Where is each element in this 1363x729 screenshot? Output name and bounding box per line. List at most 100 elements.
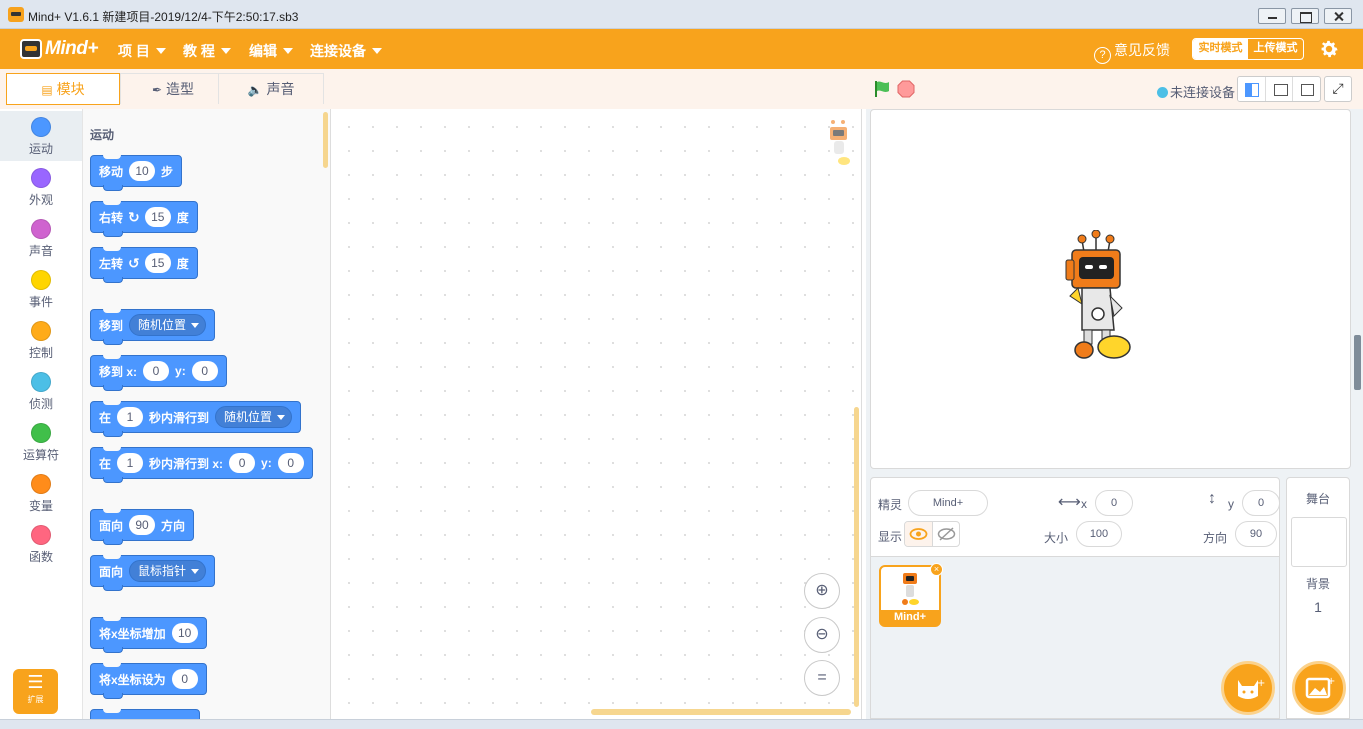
block-set-x[interactable]: 将x坐标设为 0 [90,663,207,699]
sprite-card-name: Mind+ [881,610,939,625]
palette-scrollbar[interactable] [323,112,328,168]
menu-tutorial[interactable]: 教 程 [183,41,231,61]
block-number-input[interactable]: 0 [277,453,304,473]
eye-slash-icon [937,527,956,541]
block-dropdown[interactable]: 鼠标指针 [129,560,207,582]
block-point-towards[interactable]: 面向 鼠标指针 [90,555,216,591]
zoom-reset-button[interactable]: = [804,660,840,696]
direction-input[interactable]: 90 [1235,521,1277,547]
status-dot-icon [1157,87,1168,98]
workspace-horizontal-scrollbar[interactable] [591,709,851,715]
sprite-thumbnail [902,573,919,605]
block-number-input[interactable]: 90 [129,515,156,535]
block-number-input[interactable]: 0 [229,453,256,473]
block-move-steps[interactable]: 移动 10 步 [90,155,183,191]
hide-sprite-button[interactable] [933,522,959,546]
add-backdrop-button[interactable]: + [1292,661,1346,715]
block-goto[interactable]: 移到 随机位置 [90,309,216,345]
zoom-in-button[interactable]: ⊕ [804,573,840,609]
y-input[interactable]: 0 [1242,490,1280,516]
tab-blocks[interactable]: ▤ 模块 [6,73,120,105]
zoom-in-icon: ⊕ [815,582,829,599]
category-dot [31,321,51,341]
category-sensing[interactable]: 侦测 [0,366,82,416]
hide-stage-button[interactable] [1293,77,1320,101]
category-operators[interactable]: 运算符 [0,417,82,467]
block-number-input[interactable]: 10 [129,161,156,181]
block-text: 方向 [161,518,186,533]
realtime-mode-button[interactable]: 实时模式 [1193,39,1248,59]
zoom-out-button[interactable]: ⊖ [804,617,840,653]
block-text: 秒内滑行到 [149,410,210,425]
block-text: 右转 [99,210,124,225]
normal-stage-button[interactable] [1266,77,1294,101]
block-goto-xy[interactable]: 移到 x: 0 y: 0 [90,355,227,391]
block-glide-to[interactable]: 在 1 秒内滑行到 随机位置 [90,401,302,437]
gear-icon[interactable] [1318,38,1340,60]
mind-plus-robot-sprite[interactable] [1056,230,1136,370]
menu-project[interactable]: 项 目 [118,41,166,61]
block-number-input[interactable]: 1 [117,453,144,473]
sprite-watermark-icon [830,120,850,165]
question-icon: ? [1094,47,1111,64]
block-number-input[interactable]: 15 [144,253,171,273]
close-window-button[interactable] [1324,8,1352,24]
category-control[interactable]: 控制 [0,315,82,365]
sprite-card[interactable]: Mind+ × [879,563,943,627]
x-input[interactable]: 0 [1095,490,1133,516]
extension-button[interactable]: ☰ 扩展 [13,669,58,714]
block-change-x[interactable]: 将x坐标增加 10 [90,617,207,653]
tab-costumes[interactable]: ✒ 造型 [120,73,226,104]
menu-connect-device[interactable]: 连接设备 [310,41,382,61]
category-label: 运动 [28,142,53,156]
block-number-input[interactable]: 0 [171,669,198,689]
green-flag-icon[interactable] [873,80,891,98]
block-turn-left[interactable]: 左转 ↺ 15 度 [90,247,198,283]
size-input[interactable]: 100 [1076,521,1122,547]
minimize-button[interactable] [1258,8,1286,24]
category-dot [31,117,51,137]
small-stage-button[interactable] [1238,77,1266,101]
horizontal-arrow-icon: ⟷ [1058,494,1081,511]
stage-canvas[interactable] [870,109,1351,469]
feedback-link[interactable]: ? 意见反馈 [1094,40,1170,64]
block-palette: 运动 移动 10 步 右转 ↻ 15 度 左转 ↺ 15 度 移到 随机位置 移… [83,109,331,719]
block-partial[interactable] [90,709,200,719]
block-text: 将x坐标设为 [99,672,166,687]
upload-mode-button[interactable]: 上传模式 [1248,39,1303,59]
block-number-input[interactable]: 0 [143,361,170,381]
tab-sounds[interactable]: 🔈 声音 [218,73,324,104]
maximize-button[interactable] [1291,8,1319,24]
block-point-direction[interactable]: 面向 90 方向 [90,509,195,545]
category-motion[interactable]: 运动 [0,111,82,161]
stop-icon[interactable] [897,80,915,98]
block-glide-xy[interactable]: 在 1 秒内滑行到 x: 0 y: 0 [90,447,313,483]
block-turn-right[interactable]: 右转 ↻ 15 度 [90,201,198,237]
add-sprite-button[interactable]: + [1221,661,1275,715]
category-events[interactable]: 事件 [0,264,82,314]
fullscreen-button[interactable]: ⤢ [1324,76,1352,102]
block-dropdown[interactable]: 随机位置 [215,406,293,428]
scripts-workspace[interactable]: ⊕ ⊖ = [331,109,862,719]
stage-thumbnail[interactable] [1291,517,1347,567]
category-label: 运算符 [22,448,59,462]
sprite-name-label: 精灵 [878,498,903,512]
stage-size-toggle [1237,76,1321,102]
sprite-name-input[interactable]: Mind+ [908,490,988,516]
block-number-input[interactable]: 1 [117,407,144,427]
category-looks[interactable]: 外观 [0,162,82,212]
window-scrollbar[interactable] [1354,335,1361,390]
workspace-vertical-scrollbar[interactable] [854,407,859,707]
block-number-input[interactable]: 15 [144,207,171,227]
category-sound[interactable]: 声音 [0,213,82,263]
block-number-input[interactable]: 0 [191,361,218,381]
category-functions[interactable]: 函数 [0,519,82,569]
category-variables[interactable]: 变量 [0,468,82,518]
menu-edit[interactable]: 编辑 [249,41,293,61]
show-sprite-button[interactable] [905,522,933,546]
block-dropdown[interactable]: 随机位置 [129,314,207,336]
delete-sprite-icon[interactable]: × [930,563,943,576]
zoom-reset-icon: = [817,669,827,686]
window-title: Mind+ V1.6.1 新建项目-2019/12/4-下午2:50:17.sb… [28,10,299,24]
block-number-input[interactable]: 10 [171,623,198,643]
